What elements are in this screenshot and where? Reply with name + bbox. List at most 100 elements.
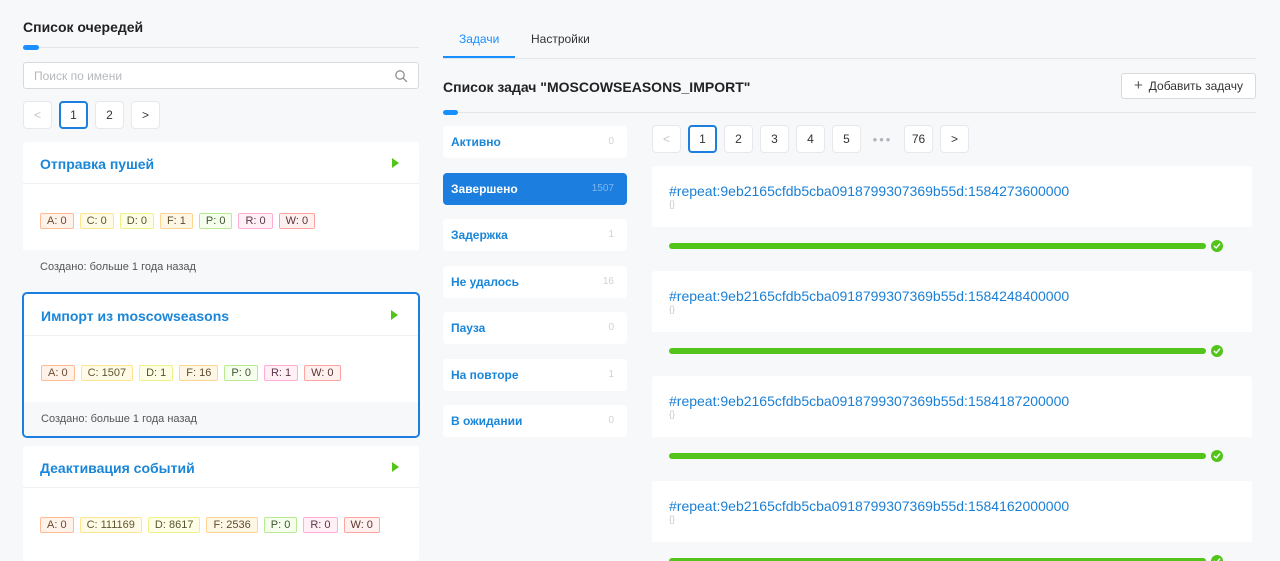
job-id-link[interactable]: #repeat:9eb2165cfdb5cba0918799307369b55d… xyxy=(669,393,1069,409)
check-circle-icon xyxy=(1211,345,1223,357)
page-2-button[interactable]: 2 xyxy=(95,101,124,129)
tasks-title: Список задач "MOSCOWSEASONS_IMPORT" xyxy=(443,79,751,95)
queue-name[interactable]: Отправка пушей xyxy=(40,156,154,172)
page-1-button[interactable]: 1 xyxy=(59,101,88,129)
counter-repeat-badge: R: 0 xyxy=(238,213,273,229)
job-progress-area xyxy=(652,332,1252,377)
divider xyxy=(23,47,419,48)
page-1-button[interactable]: 1 xyxy=(688,125,717,153)
tab-tasks[interactable]: Задачи xyxy=(459,32,499,46)
queue-card-footer: Создано: больше 1 года назад xyxy=(23,250,419,284)
add-task-label: Добавить задачу xyxy=(1148,79,1243,93)
status-filter-delayed[interactable]: Задержка 1 xyxy=(443,219,627,251)
job-progress-area xyxy=(652,437,1252,482)
play-icon[interactable] xyxy=(392,158,399,168)
status-count: 1 xyxy=(608,369,614,380)
divider xyxy=(443,112,1256,113)
tasks-pagination: < 1 2 3 4 5 ••• 76 > xyxy=(652,125,969,153)
status-label: Не удалось xyxy=(451,275,520,289)
title-accent-bar xyxy=(443,110,458,115)
counter-waiting-badge: W: 0 xyxy=(343,517,380,533)
job-data: {} xyxy=(669,409,676,419)
job-card[interactable]: #repeat:9eb2165cfdb5cba0918799307369b55d… xyxy=(652,271,1252,377)
active-tab-indicator xyxy=(443,56,515,58)
queue-card-body: A: 0 C: 111169 D: 8617 F: 2536 P: 0 R: 0… xyxy=(23,488,419,554)
counter-completed-badge: C: 1507 xyxy=(80,365,134,381)
job-id-link[interactable]: #repeat:9eb2165cfdb5cba0918799307369b55d… xyxy=(669,498,1069,514)
check-circle-icon xyxy=(1211,240,1223,252)
progress-bar xyxy=(669,243,1206,249)
status-filter-waiting[interactable]: В ожидании 0 xyxy=(443,405,627,437)
status-filter-completed[interactable]: Завершено 1507 xyxy=(443,173,627,205)
counter-repeat-badge: R: 1 xyxy=(263,365,299,381)
prev-page-button[interactable]: < xyxy=(23,101,52,129)
progress-fill xyxy=(669,348,1206,354)
counter-active-badge: A: 0 xyxy=(41,365,75,381)
created-text: Создано: больше 1 года назад xyxy=(40,261,196,273)
queue-list-panel: Список очередей < 1 2 > Отправка пушей A… xyxy=(22,0,420,561)
queue-name[interactable]: Деактивация событий xyxy=(40,460,195,476)
queue-counters: A: 0 C: 111169 D: 8617 F: 2536 P: 0 R: 0… xyxy=(40,517,380,533)
counter-failed-badge: F: 1 xyxy=(159,213,193,229)
job-progress-area xyxy=(652,542,1252,561)
queue-name[interactable]: Импорт из moscowseasons xyxy=(41,308,229,324)
status-count: 0 xyxy=(608,136,614,147)
queue-card-footer: Создано: больше 1 года назад xyxy=(24,402,418,436)
status-label: На повторе xyxy=(451,368,519,382)
queue-card-deactivation[interactable]: Деактивация событий A: 0 C: 111169 D: 86… xyxy=(23,446,419,561)
queue-card-moscowseasons[interactable]: Импорт из moscowseasons A: 0 C: 1507 D: … xyxy=(22,292,420,438)
page-last-button[interactable]: 76 xyxy=(904,125,933,153)
search-input[interactable] xyxy=(24,63,374,88)
counter-repeat-badge: R: 0 xyxy=(303,517,338,533)
next-page-button[interactable]: > xyxy=(940,125,969,153)
status-label: Пауза xyxy=(451,321,486,335)
page-5-button[interactable]: 5 xyxy=(832,125,861,153)
counter-paused-badge: P: 0 xyxy=(198,213,233,229)
counter-active-badge: A: 0 xyxy=(40,517,74,533)
add-task-button[interactable]: + Добавить задачу xyxy=(1121,73,1256,99)
counter-waiting-badge: W: 0 xyxy=(304,365,341,381)
status-label: Активно xyxy=(451,135,501,149)
counter-failed-badge: F: 2536 xyxy=(206,517,258,533)
queue-card-body: A: 0 C: 0 D: 0 F: 1 P: 0 R: 0 W: 0 xyxy=(23,184,419,250)
status-filter-paused[interactable]: Пауза 0 xyxy=(443,312,627,344)
job-card[interactable]: #repeat:9eb2165cfdb5cba0918799307369b55d… xyxy=(652,166,1252,272)
status-count: 1507 xyxy=(591,183,614,194)
progress-fill xyxy=(669,453,1206,459)
counter-failed-badge: F: 16 xyxy=(179,365,219,381)
tab-bar: Задачи Настройки xyxy=(443,0,1256,59)
status-filter-active[interactable]: Активно 0 xyxy=(443,126,627,158)
prev-page-button[interactable]: < xyxy=(652,125,681,153)
play-icon[interactable] xyxy=(392,462,399,472)
page-3-button[interactable]: 3 xyxy=(760,125,789,153)
queue-card-push[interactable]: Отправка пушей A: 0 C: 0 D: 0 F: 1 P: 0 … xyxy=(23,142,419,284)
status-count: 1 xyxy=(608,229,614,240)
status-filter-repeat[interactable]: На повторе 1 xyxy=(443,359,627,391)
status-filter-failed[interactable]: Не удалось 16 xyxy=(443,266,627,298)
job-id-link[interactable]: #repeat:9eb2165cfdb5cba0918799307369b55d… xyxy=(669,183,1069,199)
job-data: {} xyxy=(669,514,676,524)
page-4-button[interactable]: 4 xyxy=(796,125,825,153)
status-count: 0 xyxy=(608,415,614,426)
job-card[interactable]: #repeat:9eb2165cfdb5cba0918799307369b55d… xyxy=(652,481,1252,561)
counter-waiting-badge: W: 0 xyxy=(278,213,316,229)
job-data: {} xyxy=(669,304,676,314)
counter-active-badge: A: 0 xyxy=(40,213,74,229)
job-card[interactable]: #repeat:9eb2165cfdb5cba0918799307369b55d… xyxy=(652,376,1252,482)
search-icon[interactable] xyxy=(394,69,408,83)
title-accent-bar xyxy=(23,45,39,50)
counter-paused-badge: P: 0 xyxy=(263,517,298,533)
status-label: Задержка xyxy=(451,228,508,242)
status-count: 16 xyxy=(602,276,614,287)
play-icon[interactable] xyxy=(391,310,398,320)
queue-pagination: < 1 2 > xyxy=(23,101,160,129)
page-2-button[interactable]: 2 xyxy=(724,125,753,153)
counter-completed-badge: C: 0 xyxy=(79,213,114,229)
counter-completed-badge: C: 111169 xyxy=(79,517,142,533)
tab-settings[interactable]: Настройки xyxy=(531,32,590,46)
ellipsis-icon[interactable]: ••• xyxy=(868,125,897,153)
job-id-link[interactable]: #repeat:9eb2165cfdb5cba0918799307369b55d… xyxy=(669,288,1069,304)
queue-counters: A: 0 C: 0 D: 0 F: 1 P: 0 R: 0 W: 0 xyxy=(40,213,316,229)
search-box xyxy=(23,62,419,89)
next-page-button[interactable]: > xyxy=(131,101,160,129)
